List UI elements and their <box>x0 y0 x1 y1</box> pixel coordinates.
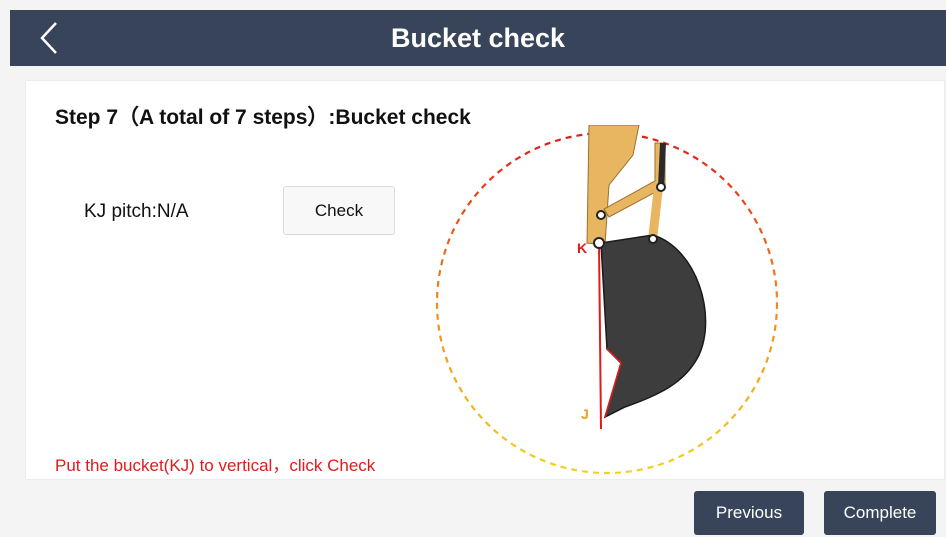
kj-pitch-label: KJ pitch:N/A <box>84 201 189 222</box>
complete-button[interactable]: Complete <box>824 491 936 535</box>
content-card: Step 7（A total of 7 steps）:Bucket check … <box>25 80 945 480</box>
point-k-label: K <box>577 240 587 256</box>
point-j-label: J <box>581 406 589 422</box>
k-pivot-pin <box>593 237 605 249</box>
header-bar: Bucket check <box>10 10 946 66</box>
instruction-text: Put the bucket(KJ) to vertical，click Che… <box>55 456 376 475</box>
boom-arm <box>586 125 640 246</box>
pivot-pin <box>596 210 606 220</box>
check-button[interactable]: Check <box>283 186 395 235</box>
pivot-pin <box>648 234 658 244</box>
pivot-pin <box>656 182 666 192</box>
step-title: Step 7（A total of 7 steps）:Bucket check <box>55 106 471 129</box>
page-title: Bucket check <box>390 23 566 53</box>
bucket-body <box>600 234 707 419</box>
kj-vertical-line <box>598 240 602 430</box>
cylinder-rod <box>658 142 666 188</box>
previous-button[interactable]: Previous <box>694 491 804 535</box>
bucket-diagram: K J <box>435 125 779 475</box>
